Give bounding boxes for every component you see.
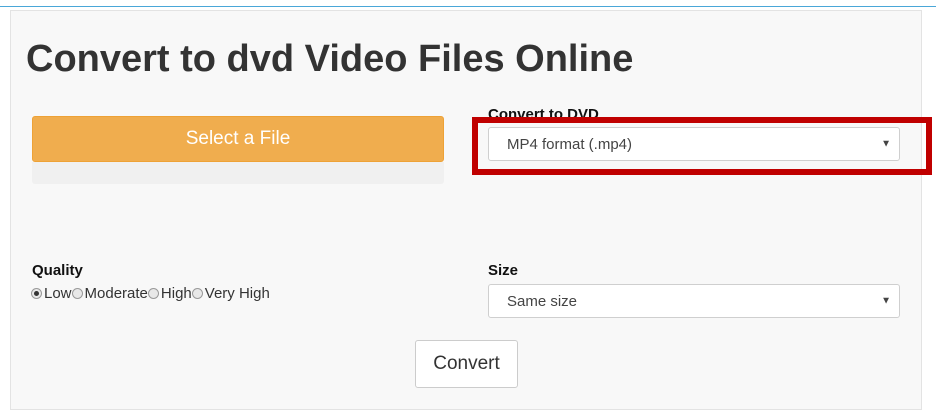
- quality-option-moderate[interactable]: Moderate: [71, 285, 148, 302]
- radio-icon[interactable]: [71, 288, 83, 299]
- size-select-value: Same size: [507, 292, 578, 310]
- caret-down-icon: ▼: [881, 295, 891, 307]
- quality-option-high[interactable]: High: [147, 285, 192, 302]
- radio-icon[interactable]: [31, 288, 42, 299]
- select-file-button[interactable]: Select a File: [32, 116, 444, 162]
- quality-radio-group: Low Moderate High Very High: [31, 285, 270, 302]
- highlight-annotation-box: [472, 117, 932, 175]
- quality-option-label: Low: [44, 285, 72, 302]
- quality-option-low[interactable]: Low: [31, 285, 72, 302]
- quality-option-label: Moderate: [84, 285, 148, 302]
- page-title: Convert to dvd Video Files Online: [26, 38, 634, 80]
- top-border-line: [0, 6, 936, 7]
- size-label: Size: [488, 262, 519, 279]
- radio-icon[interactable]: [191, 288, 203, 299]
- quality-option-label: Very High: [204, 285, 270, 302]
- upload-progress-track: [32, 162, 444, 184]
- radio-icon[interactable]: [147, 288, 159, 299]
- quality-option-label: High: [160, 285, 192, 302]
- quality-option-very-high[interactable]: Very High: [191, 285, 270, 302]
- convert-button[interactable]: Convert: [415, 340, 518, 388]
- size-select[interactable]: Same size ▼: [488, 284, 900, 318]
- quality-label: Quality: [32, 262, 83, 279]
